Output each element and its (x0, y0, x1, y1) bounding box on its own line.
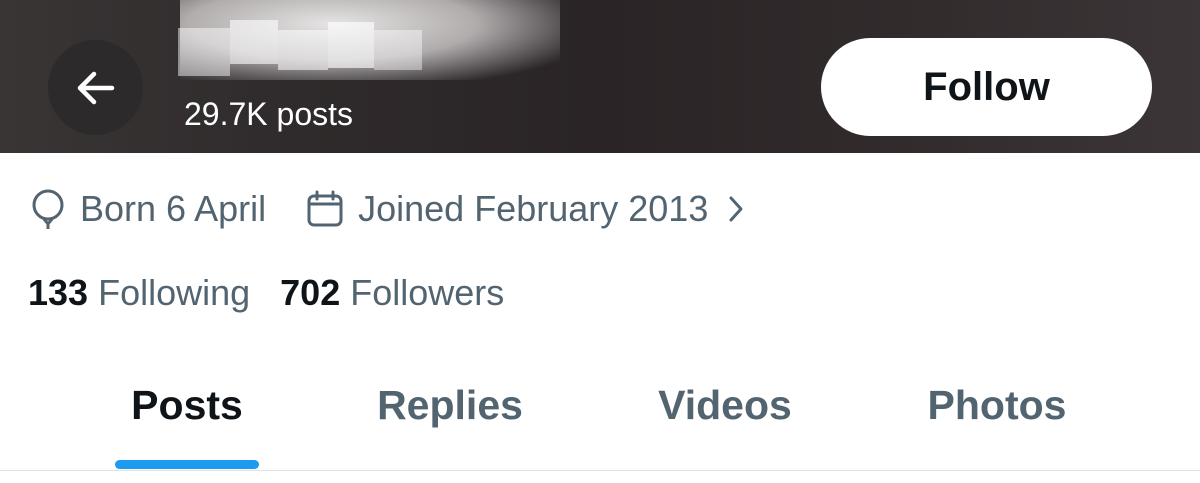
tab-replies[interactable]: Replies (330, 360, 570, 470)
following-label: Following (98, 272, 251, 313)
tab-label: Replies (377, 382, 523, 428)
followers-label: Followers (350, 272, 505, 313)
chevron-right-icon (728, 195, 758, 223)
redacted-name-pixel (374, 30, 422, 70)
tabs-divider (0, 470, 1200, 471)
profile-tabs: Posts Replies Videos Photos (0, 360, 1200, 470)
followers-stat-link[interactable]: 702 Followers (280, 272, 504, 314)
tab-photos[interactable]: Photos (877, 360, 1117, 470)
tab-videos[interactable]: Videos (605, 360, 845, 470)
following-count: 133 (28, 272, 89, 313)
followers-count: 702 (280, 272, 341, 313)
follow-button[interactable]: Follow (821, 38, 1152, 136)
redacted-name-pixel (178, 28, 230, 76)
balloon-icon (32, 189, 64, 229)
tab-posts[interactable]: Posts (67, 360, 307, 470)
profile-header-banner: 29.7K posts Follow (0, 0, 1200, 153)
birthday-text: Born 6 April (80, 188, 267, 229)
active-tab-indicator (115, 460, 259, 469)
tab-label: Posts (131, 382, 243, 428)
calendar-icon (307, 190, 343, 227)
birthday-info: Born 6 April (30, 188, 266, 230)
follow-stats-row: 133 Following 702 Followers (28, 268, 504, 318)
redacted-name-pixel (328, 22, 374, 68)
following-stat-link[interactable]: 133 Following (28, 272, 250, 314)
post-count: 29.7K posts (184, 96, 353, 132)
redacted-name-pixel (278, 30, 328, 70)
tab-label: Photos (927, 382, 1067, 428)
tab-label: Videos (658, 382, 792, 428)
joined-text: Joined February 2013 (358, 188, 709, 229)
profile-info-row: Born 6 April Joined February 2013 (30, 184, 758, 234)
back-button[interactable] (48, 40, 143, 135)
arrow-left-icon (77, 71, 114, 104)
joined-date-info[interactable]: Joined February 2013 (306, 188, 758, 230)
redacted-name-pixel (230, 20, 278, 64)
